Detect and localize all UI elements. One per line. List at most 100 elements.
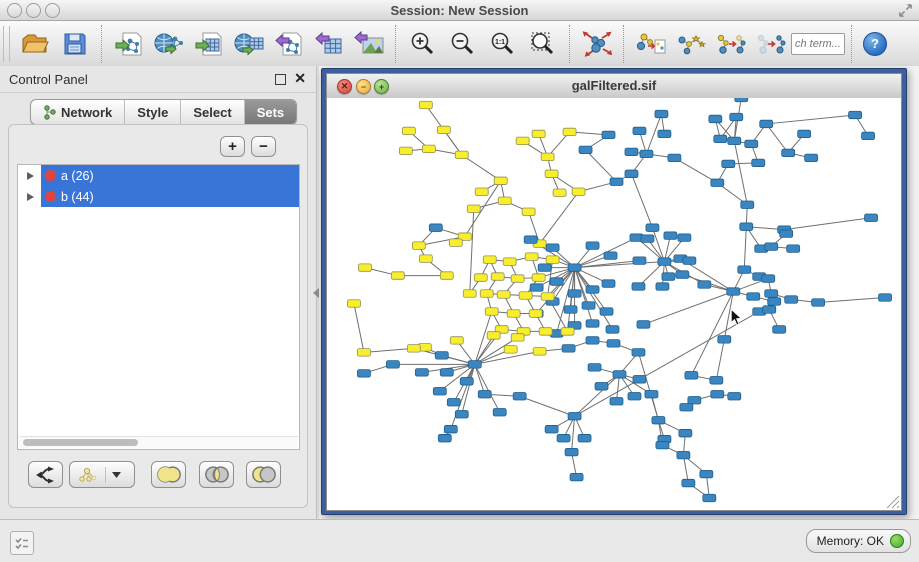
graph-node[interactable]: [460, 378, 473, 385]
graph-node[interactable]: [494, 177, 507, 184]
graph-node[interactable]: [412, 242, 425, 249]
graph-edge[interactable]: [520, 396, 575, 416]
import-table-web-button[interactable]: [232, 27, 266, 61]
graph-node[interactable]: [516, 137, 529, 144]
graph-edge[interactable]: [575, 374, 620, 416]
graph-node[interactable]: [765, 290, 778, 297]
graph-edge[interactable]: [674, 158, 717, 183]
horizontal-scrollbar[interactable]: [19, 436, 298, 448]
graph-node[interactable]: [498, 197, 511, 204]
intersect-sets-button[interactable]: [199, 461, 234, 488]
union-sets-button[interactable]: [151, 461, 186, 488]
tab-network[interactable]: Network: [31, 100, 125, 124]
graph-node[interactable]: [475, 188, 488, 195]
graph-node[interactable]: [449, 239, 462, 246]
graph-node[interactable]: [600, 308, 613, 315]
graph-node[interactable]: [652, 416, 665, 423]
graph-node[interactable]: [491, 273, 504, 280]
graph-node[interactable]: [570, 473, 583, 480]
graph-node[interactable]: [497, 291, 510, 298]
split-set-button[interactable]: [28, 461, 63, 488]
memory-status-button[interactable]: Memory: OK: [806, 529, 911, 553]
graph-node[interactable]: [595, 383, 608, 390]
graph-node[interactable]: [480, 290, 493, 297]
graph-node[interactable]: [662, 273, 675, 280]
graph-node[interactable]: [440, 369, 453, 376]
graph-node[interactable]: [545, 425, 558, 432]
graph-node[interactable]: [741, 201, 754, 208]
graph-node[interactable]: [429, 224, 442, 231]
graph-node[interactable]: [787, 245, 800, 252]
graph-node[interactable]: [550, 278, 563, 285]
graph-node[interactable]: [450, 337, 463, 344]
import-network-web-button[interactable]: [152, 27, 186, 61]
graph-node[interactable]: [455, 410, 468, 417]
export-network-button[interactable]: [272, 27, 306, 61]
graph-node[interactable]: [862, 132, 875, 139]
graph-node[interactable]: [511, 275, 524, 282]
set-row-selection[interactable]: b (44): [41, 186, 299, 207]
graph-edge[interactable]: [475, 364, 500, 412]
graph-node[interactable]: [812, 299, 825, 306]
graph-node[interactable]: [419, 101, 432, 108]
graph-edge[interactable]: [631, 174, 652, 228]
graph-node[interactable]: [541, 293, 554, 300]
graph-edge[interactable]: [575, 311, 760, 416]
graph-node[interactable]: [568, 412, 581, 419]
graph-node[interactable]: [745, 140, 758, 147]
graph-node[interactable]: [539, 328, 552, 335]
graph-node[interactable]: [538, 264, 551, 271]
graph-node[interactable]: [438, 434, 451, 441]
graph-node[interactable]: [633, 257, 646, 264]
graph-node[interactable]: [632, 349, 645, 356]
graph-node[interactable]: [632, 283, 645, 290]
graph-edge[interactable]: [540, 192, 579, 244]
graph-edge[interactable]: [766, 124, 788, 153]
import-table-file-button[interactable]: [192, 27, 226, 61]
graph-node[interactable]: [607, 340, 620, 347]
save-session-button[interactable]: [58, 27, 92, 61]
graph-node[interactable]: [735, 98, 748, 102]
graph-node[interactable]: [625, 170, 638, 177]
graph-node[interactable]: [563, 128, 576, 135]
zoom-out-button[interactable]: [446, 27, 480, 61]
graph-node[interactable]: [711, 179, 724, 186]
window-titlebar[interactable]: Session: New Session: [0, 0, 919, 21]
toolbar-drag-handle[interactable]: [3, 26, 10, 62]
graph-node[interactable]: [679, 429, 692, 436]
expand-icon[interactable]: [898, 3, 913, 18]
graph-node[interactable]: [768, 298, 781, 305]
graph-node[interactable]: [483, 256, 496, 263]
graph-node[interactable]: [682, 479, 695, 486]
graph-node[interactable]: [656, 441, 669, 448]
graph-node[interactable]: [722, 160, 735, 167]
graph-node[interactable]: [561, 328, 574, 335]
graph-node[interactable]: [578, 434, 591, 441]
chevron-down-icon[interactable]: [112, 472, 121, 478]
graph-node[interactable]: [447, 399, 460, 406]
export-image-button[interactable]: [352, 27, 386, 61]
graph-node[interactable]: [646, 224, 659, 231]
graph-node[interactable]: [524, 236, 537, 243]
network-frame-titlebar[interactable]: ✕ − + galFiltered.sif: [326, 73, 902, 98]
graph-node[interactable]: [785, 296, 798, 303]
search-input[interactable]: [791, 33, 845, 55]
scrollbar-thumb[interactable]: [23, 439, 138, 446]
remove-set-button[interactable]: −: [251, 136, 276, 157]
graph-node[interactable]: [676, 271, 689, 278]
graph-node[interactable]: [532, 274, 545, 281]
graph-node[interactable]: [419, 255, 432, 262]
show-all-nodes-button[interactable]: [754, 27, 788, 61]
network-frame[interactable]: ✕ − + galFiltered.sif: [321, 68, 907, 515]
graph-node[interactable]: [752, 159, 765, 166]
zoom-selected-button[interactable]: [526, 27, 560, 61]
graph-node[interactable]: [478, 391, 491, 398]
graph-edge[interactable]: [683, 455, 688, 483]
graph-node[interactable]: [582, 302, 595, 309]
graph-edge[interactable]: [354, 304, 364, 353]
open-folder-button[interactable]: [18, 27, 52, 61]
graph-node[interactable]: [602, 280, 615, 287]
graph-node[interactable]: [641, 235, 654, 242]
graph-node[interactable]: [444, 425, 457, 432]
graph-node[interactable]: [709, 115, 722, 122]
